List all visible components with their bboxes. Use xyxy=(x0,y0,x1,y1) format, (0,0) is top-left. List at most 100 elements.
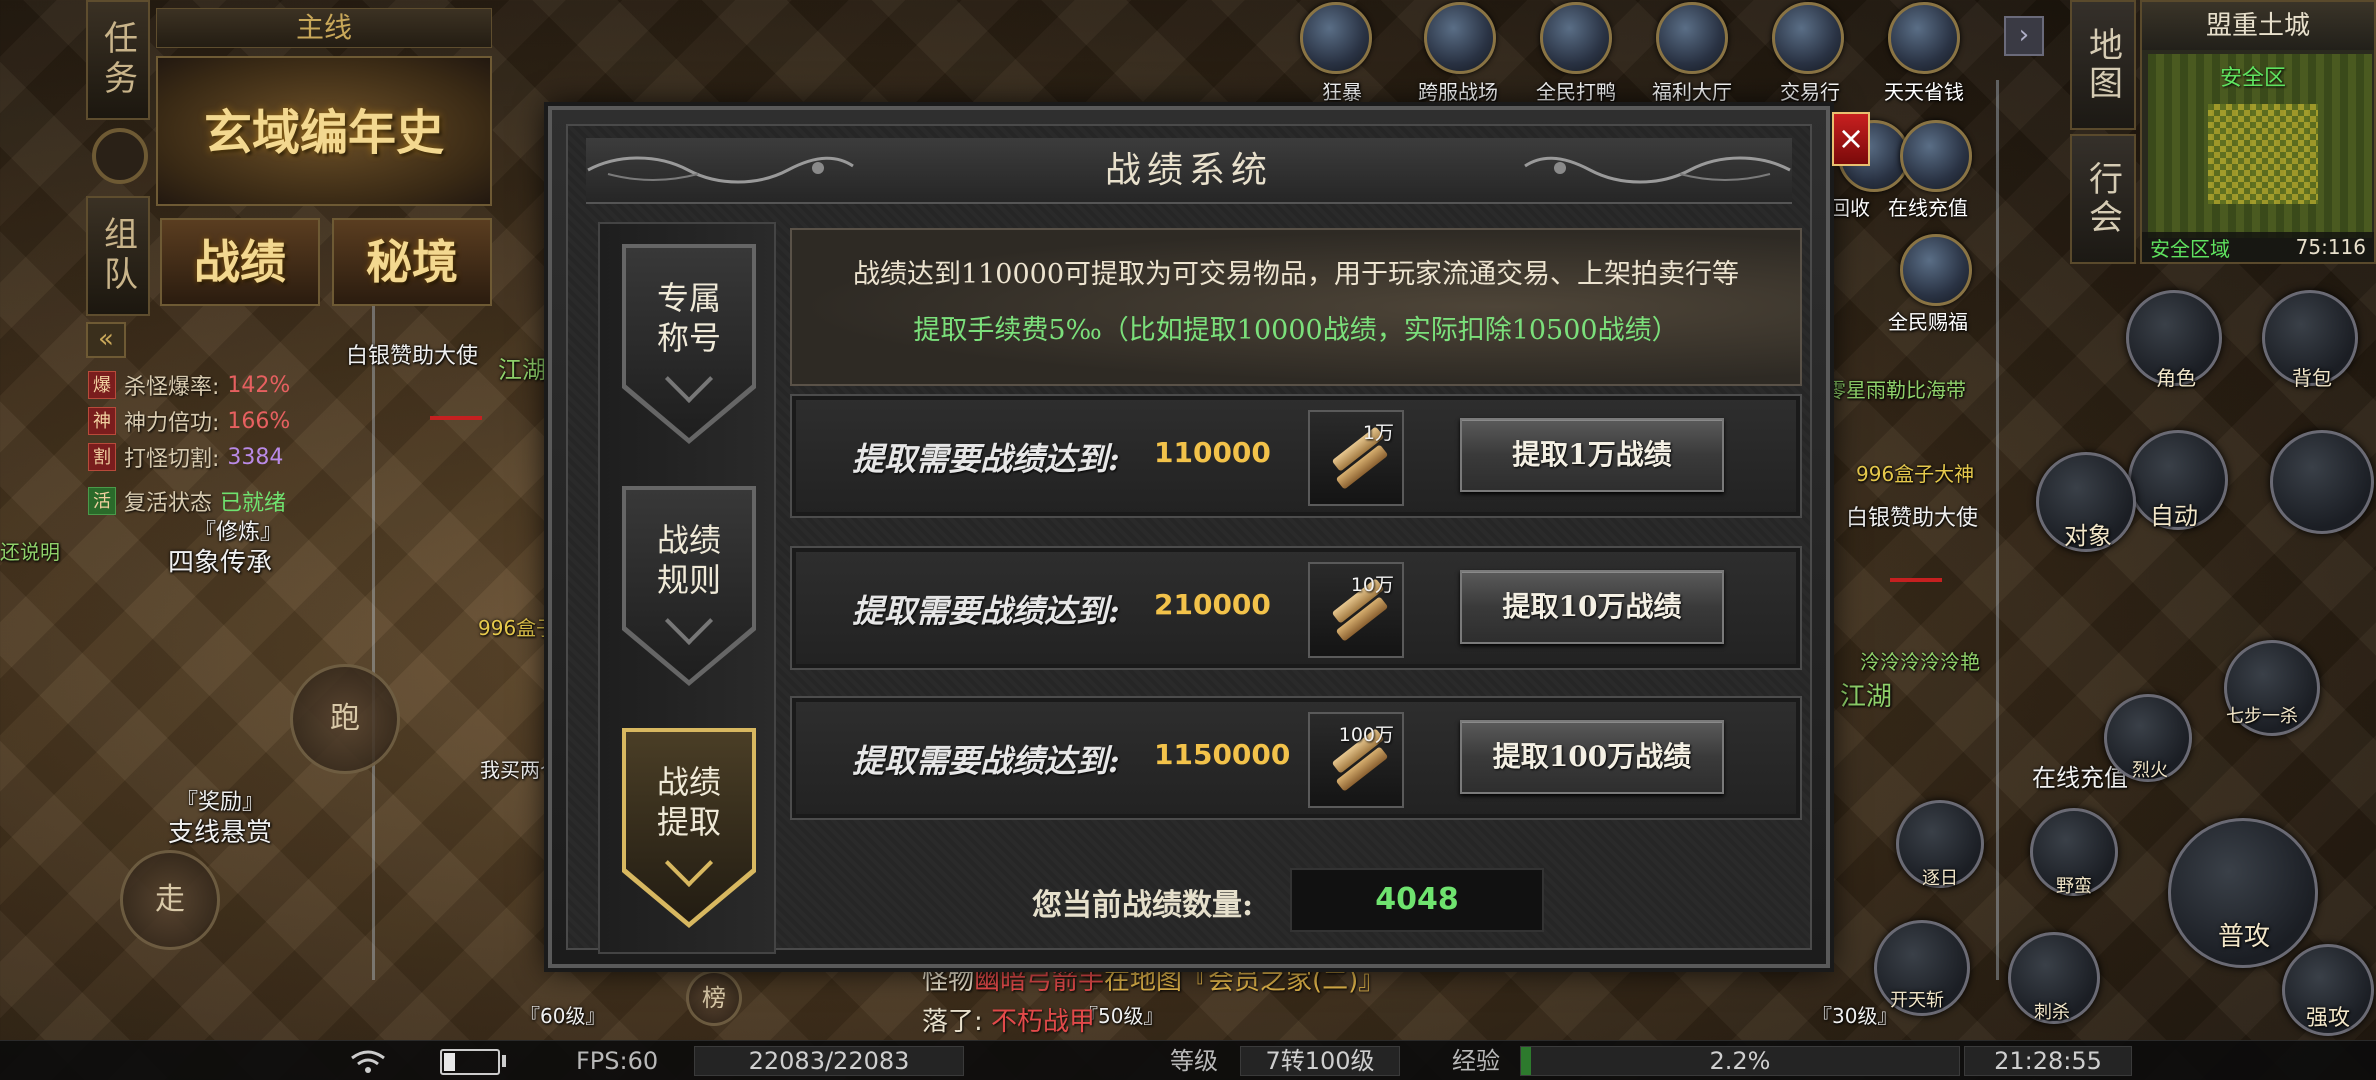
dialog-body: 战绩系统 专属 称号 战绩 规则 战绩 提取 战绩达到110000可提取为可交易… xyxy=(566,124,1812,954)
online-recharge-icon[interactable] xyxy=(1900,120,1972,192)
tab-record-rules[interactable]: 战绩 规则 xyxy=(622,486,756,686)
basic-attack-label: 普攻 xyxy=(2218,922,2271,952)
dialog-side-tabs: 专属 称号 战绩 规则 战绩 提取 xyxy=(598,222,776,954)
settings-icon[interactable] xyxy=(2270,430,2374,534)
extract-row-value: 1150000 xyxy=(1154,738,1291,771)
item-quantity: 1万 xyxy=(1362,422,1394,444)
safe-area-label: 安全区域 xyxy=(2150,236,2230,261)
tab-team[interactable]: 组队 xyxy=(86,196,150,316)
battery-tip xyxy=(502,1055,506,1067)
role-label: 角色 xyxy=(2156,366,2196,390)
tab-exclusive-title[interactable]: 专属 称号 xyxy=(622,244,756,444)
buff-row: 神 神力倍功: 166% xyxy=(88,404,290,438)
refresh-icon[interactable] xyxy=(92,128,148,184)
collapse-arrow-icon[interactable]: « xyxy=(86,322,126,358)
buff-label: 神力倍功: xyxy=(124,411,220,436)
bag-label: 背包 xyxy=(2292,366,2332,390)
exp-fill xyxy=(1521,1047,1531,1075)
npc-cultivation-name[interactable]: 四象传承 xyxy=(168,542,272,579)
daily-save-icon[interactable] xyxy=(1888,2,1960,74)
minimap-area[interactable]: 安全区 xyxy=(2148,54,2372,238)
record-system-dialog: 战绩系统 专属 称号 战绩 规则 战绩 提取 战绩达到110000可提取为可交易… xyxy=(548,106,1830,968)
extract-row: 提取需要战绩达到: 1150000 100万 提取100万战绩 xyxy=(790,696,1802,820)
extract-row: 提取需要战绩达到: 110000 1万 提取1万战绩 xyxy=(790,394,1802,518)
sky-strike-label: 开天斩 xyxy=(1890,990,1944,1011)
close-icon[interactable]: × xyxy=(1832,112,1870,166)
tab-text: 战绩 规则 xyxy=(622,520,756,600)
chat-item: 不朽战甲 xyxy=(991,1007,1096,1037)
world-label-gold-sponsor: 白银赞助大使 xyxy=(1846,506,1979,531)
duck-hunt-icon[interactable] xyxy=(1540,2,1612,74)
world-label-zero-star: 零星雨勒比海带 xyxy=(1826,378,1966,402)
tab-line: 称号 xyxy=(656,319,721,357)
world-label-god996: 996盒子大神 xyxy=(1856,462,1975,486)
tab-line: 提取 xyxy=(656,803,721,841)
tab-line: 规则 xyxy=(656,561,721,599)
kill-label: 刺杀 xyxy=(2034,1002,2070,1023)
world-label-level60: 『60级』 xyxy=(520,1004,606,1028)
recycle-label: 回收 xyxy=(1830,196,1870,220)
buff-tag: 割 xyxy=(88,443,116,471)
safe-zone-marker xyxy=(2208,104,2318,204)
level-value: 7转100级 xyxy=(1240,1046,1400,1076)
record-token-item[interactable]: 10万 xyxy=(1308,562,1404,658)
trading-house-icon[interactable] xyxy=(1772,2,1844,74)
buff-value: 已就绪 xyxy=(220,491,287,516)
world-label-level30: 『30级』 xyxy=(1812,1004,1898,1028)
rage-icon[interactable] xyxy=(1300,2,1372,74)
extract-row-label: 提取需要战绩达到: xyxy=(852,592,1120,630)
all-people-gift-icon[interactable] xyxy=(1900,234,1972,306)
cross-server-icon[interactable] xyxy=(1424,2,1496,74)
target-label: 对象 xyxy=(2064,522,2112,550)
strong-attack-label: 强攻 xyxy=(2306,1006,2351,1031)
safe-zone-label: 安全区 xyxy=(2220,66,2287,91)
extract-10k-button[interactable]: 提取1万战绩 xyxy=(1460,418,1724,492)
enemy-hp-bar xyxy=(1890,578,1942,582)
buff-label: 打怪切割: xyxy=(124,447,220,472)
buff-tag: 爆 xyxy=(88,371,116,399)
tab-line: 战绩 xyxy=(656,763,721,801)
run-button[interactable]: 跑 xyxy=(290,664,400,774)
npc-hint: 还说明 xyxy=(0,540,60,564)
tab-task[interactable]: 任务 xyxy=(86,0,150,120)
extract-100k-button[interactable]: 提取10万战绩 xyxy=(1460,570,1724,644)
auto-label: 自动 xyxy=(2150,502,2198,530)
chat-monster: 幽暗弓箭手 xyxy=(974,966,1105,996)
chat-prefix: 怪物 xyxy=(922,966,975,996)
tab-record-extract[interactable]: 战绩 提取 xyxy=(622,728,756,928)
leap-label: 逐日 xyxy=(1922,868,1958,889)
welfare-hall-label: 福利大厅 xyxy=(1652,80,1732,104)
chat-line: 落了: 不朽战甲 xyxy=(922,1001,1384,1038)
record-token-item[interactable]: 1万 xyxy=(1308,410,1404,506)
rank-button[interactable]: 榜 xyxy=(686,970,742,1026)
buff-row: 割 打怪切割: 3384 xyxy=(88,440,283,474)
tab-line: 专属 xyxy=(656,279,721,317)
item-quantity: 10万 xyxy=(1350,574,1394,596)
chronicle-banner[interactable]: 玄域编年史 xyxy=(156,56,492,206)
tab-guild[interactable]: 行会 xyxy=(2070,134,2136,264)
record-token-item[interactable]: 100万 xyxy=(1308,712,1404,808)
walk-button[interactable]: 走 xyxy=(120,850,220,950)
npc-reward-name[interactable]: 支线悬赏 xyxy=(168,812,272,849)
extract-1m-button[interactable]: 提取100万战绩 xyxy=(1460,720,1724,794)
tab-map[interactable]: 地图 xyxy=(2070,0,2136,130)
extract-row-value: 110000 xyxy=(1154,436,1271,469)
chat-prefix: 落了: xyxy=(922,1007,983,1037)
tab-record[interactable]: 战绩 xyxy=(160,218,320,306)
online-recharge-label: 在线充值 xyxy=(1888,196,1968,220)
welfare-hall-icon[interactable] xyxy=(1656,2,1728,74)
battery-level xyxy=(444,1053,455,1071)
minimap[interactable]: 盟重土城 安全区 安全区域 75:116 xyxy=(2140,0,2376,264)
seven-step-label: 七步一杀 xyxy=(2226,706,2298,727)
level-label: 等级 xyxy=(1170,1047,1218,1075)
battery-icon xyxy=(440,1049,500,1075)
tab-secret[interactable]: 秘境 xyxy=(332,218,492,306)
fps-readout: FPS:60 xyxy=(576,1047,659,1075)
exp-label: 经验 xyxy=(1452,1047,1500,1075)
expand-arrow-icon[interactable]: › xyxy=(2004,16,2044,56)
tab-text: 专属 称号 xyxy=(622,278,756,358)
map-footer: 安全区域 75:116 xyxy=(2142,232,2374,262)
world-label-cold: 泠泠泠泠泠艳 xyxy=(1860,650,1980,674)
chat-log[interactable]: 怪物幽暗弓箭手在地图『会员之家(二)』 落了: 不朽战甲 xyxy=(922,960,1384,1038)
extract-row-label: 提取需要战绩达到: xyxy=(852,742,1120,780)
